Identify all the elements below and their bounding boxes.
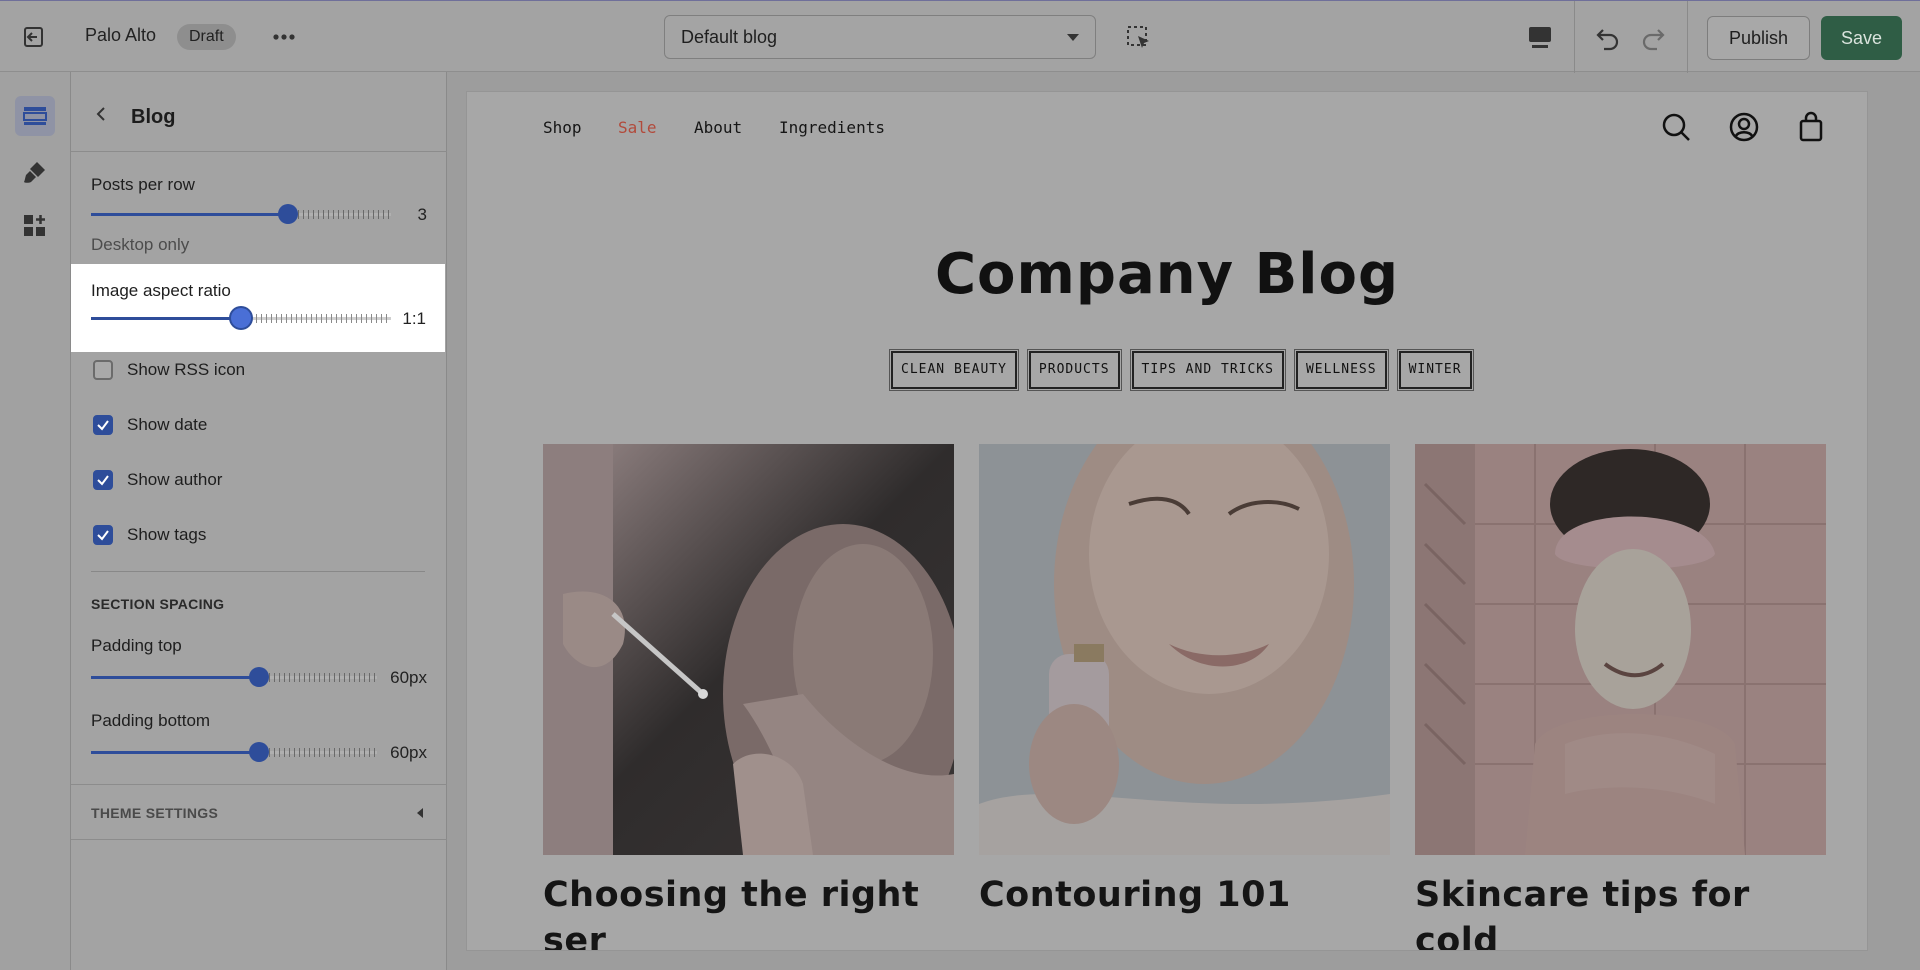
panel-title: Blog (131, 106, 176, 128)
more-actions-icon[interactable] (268, 26, 300, 48)
post-title-text: Choosing the right ser um for you (543, 875, 920, 950)
padding-bottom-slider[interactable] (91, 742, 377, 762)
cart-icon[interactable] (1795, 111, 1827, 143)
slider-fill (91, 751, 257, 754)
apps-icon (24, 215, 45, 236)
nav-link-ingredients[interactable]: Ingredients (779, 118, 885, 137)
theme-settings-label: THEME SETTINGS (91, 805, 219, 821)
blog-tag[interactable]: WELLNESS (1293, 349, 1389, 391)
posts-per-row-hint: Desktop only (91, 235, 190, 254)
checkmark-icon (97, 420, 109, 431)
post-title[interactable]: Skincare tips for cold weather (1415, 872, 1835, 950)
publish-button[interactable]: Publish (1707, 16, 1810, 60)
post-title[interactable]: Choosing the right ser um for you (543, 872, 963, 950)
section-spacing-heading: SECTION SPACING (91, 596, 225, 612)
image-aspect-ratio-label: Image aspect ratio (91, 281, 231, 300)
blog-tag-list: CLEAN BEAUTY PRODUCTS TIPS AND TRICKS WE… (889, 349, 1474, 391)
checkbox[interactable] (93, 360, 113, 380)
image-aspect-ratio-value: 1:1 (402, 309, 426, 328)
redo-icon[interactable] (1639, 23, 1667, 51)
topbar-divider (1574, 1, 1575, 73)
sidebar-rail (0, 72, 71, 970)
post-image[interactable] (543, 444, 954, 855)
slider-thumb[interactable] (278, 204, 298, 224)
topbar-divider (1687, 1, 1688, 73)
post-title-text: Contouring 101 (979, 875, 1291, 915)
theme-settings-toggle[interactable]: THEME SETTINGS (71, 784, 447, 840)
checkbox-label: Show date (127, 415, 208, 434)
store-name: Palo Alto (85, 25, 157, 45)
search-icon[interactable] (1660, 111, 1692, 143)
blog-post-card[interactable]: Contouring 101 (979, 444, 1390, 915)
post-image[interactable] (1415, 444, 1826, 855)
checkbox[interactable] (93, 415, 113, 435)
slider-thumb[interactable] (249, 667, 269, 687)
slider-fill (91, 317, 239, 320)
undo-icon[interactable] (1594, 23, 1622, 51)
blog-title: Company Blog (934, 242, 1400, 307)
panel-header: Blog (71, 72, 447, 152)
slider-ticks (298, 210, 391, 219)
slider-ticks (269, 748, 377, 757)
padding-bottom-value: 60px (390, 743, 427, 762)
nav-link-shop[interactable]: Shop (543, 118, 582, 137)
paintbrush-icon (24, 162, 45, 183)
checkbox[interactable] (93, 525, 113, 545)
caret-left-icon (417, 808, 423, 818)
desktop-preview-icon[interactable] (1527, 25, 1553, 49)
blog-post-card[interactable]: Choosing the right ser um for you (543, 444, 954, 950)
settings-panel: Blog Posts per row 3 Desktop only Image … (71, 72, 447, 970)
checkbox-label: Show RSS icon (127, 360, 246, 379)
padding-top-value: 60px (390, 668, 427, 687)
nav-link-sale[interactable]: Sale (618, 118, 657, 137)
image-aspect-ratio-slider[interactable] (91, 308, 391, 328)
blog-tag[interactable]: WINTER (1396, 349, 1474, 391)
posts-per-row-slider[interactable] (91, 204, 391, 224)
template-select-value: Default blog (681, 27, 778, 47)
template-select[interactable]: Default blog (664, 15, 1096, 59)
save-button[interactable]: Save (1821, 16, 1902, 60)
checkmark-icon (97, 530, 109, 541)
slider-thumb[interactable] (249, 742, 269, 762)
checkmark-icon (97, 475, 109, 486)
blog-post-card[interactable]: Skincare tips for cold weather (1415, 444, 1826, 950)
chevron-down-icon (1067, 34, 1079, 41)
padding-top-label: Padding top (91, 636, 182, 655)
nav-link-about[interactable]: About (694, 118, 742, 137)
inspector-select-icon[interactable] (1126, 25, 1152, 51)
post-image[interactable] (979, 444, 1390, 855)
back-icon[interactable] (93, 106, 109, 122)
theme-settings-tab[interactable] (15, 152, 55, 192)
sections-tab[interactable] (15, 96, 55, 136)
slider-thumb[interactable] (231, 308, 251, 328)
checkbox-label: Show author (127, 470, 223, 489)
exit-icon[interactable] (20, 23, 48, 51)
checkbox-label: Show tags (127, 525, 207, 544)
editor-topbar: Palo Alto Draft Default blog Publish Sav… (0, 0, 1920, 73)
account-icon[interactable] (1728, 111, 1760, 143)
padding-top-slider[interactable] (91, 667, 377, 687)
section-divider (91, 571, 425, 572)
apps-tab[interactable] (15, 206, 55, 246)
blog-tag[interactable]: TIPS AND TRICKS (1129, 349, 1286, 391)
image-aspect-ratio-setting: Image aspect ratio 1:1 (71, 264, 445, 352)
padding-bottom-label: Padding bottom (91, 711, 211, 730)
blog-tag[interactable]: CLEAN BEAUTY (889, 349, 1019, 391)
posts-per-row-label: Posts per row (91, 175, 195, 194)
storefront-preview: Shop Sale About Ingredients Company Blog… (467, 92, 1867, 950)
posts-per-row-value: 3 (417, 205, 427, 224)
slider-fill (91, 213, 288, 216)
slider-ticks (251, 314, 391, 323)
blog-tag[interactable]: PRODUCTS (1026, 349, 1122, 391)
post-title-text: Skincare tips for cold weather (1415, 875, 1750, 950)
status-badge: Draft (177, 24, 236, 50)
checkbox[interactable] (93, 470, 113, 490)
slider-ticks (269, 673, 377, 682)
sections-icon (23, 107, 47, 125)
slider-fill (91, 676, 257, 679)
post-title[interactable]: Contouring 101 (979, 872, 1399, 918)
